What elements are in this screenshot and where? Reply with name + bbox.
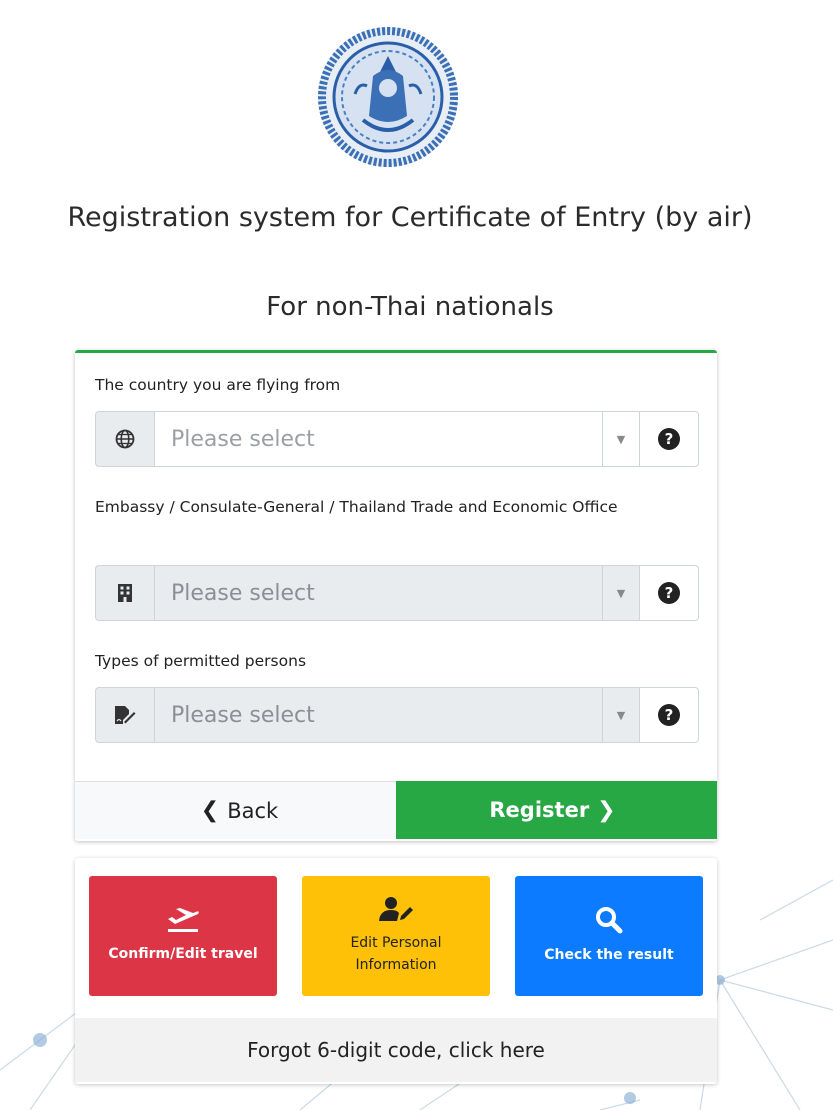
confirm-edit-travel-label: Confirm/Edit travel — [108, 946, 258, 962]
chevron-down-icon: ▼ — [602, 412, 639, 466]
question-circle-icon: ? — [658, 704, 680, 726]
check-result-button[interactable]: Check the result — [515, 876, 703, 996]
embassy-select-group: Please select ▼ ? — [95, 565, 699, 621]
register-button[interactable]: Register ❯ — [396, 781, 717, 839]
search-icon — [595, 906, 623, 938]
user-edit-icon — [379, 896, 413, 926]
plane-departure-icon — [166, 907, 200, 937]
country-select-placeholder: Please select — [171, 426, 315, 452]
chevron-down-icon: ▼ — [602, 566, 639, 620]
secondary-actions-card: Confirm/Edit travel Edit Personal Inform… — [75, 858, 717, 1084]
person-type-select-group: Please select ▼ ? — [95, 687, 699, 743]
globe-icon — [95, 411, 154, 467]
back-button-label: Back — [227, 798, 279, 823]
chevron-left-icon: ❮ — [200, 798, 220, 823]
person-type-help-button[interactable]: ? — [640, 687, 699, 743]
question-circle-icon: ? — [658, 428, 680, 450]
country-select[interactable]: Please select ▼ — [154, 411, 640, 467]
confirm-edit-travel-button[interactable]: Confirm/Edit travel — [89, 876, 277, 996]
chevron-right-icon: ❯ — [597, 797, 616, 823]
country-select-group: Please select ▼ ? — [95, 411, 699, 467]
country-help-button[interactable]: ? — [640, 411, 699, 467]
file-signature-icon — [95, 687, 154, 743]
edit-personal-info-label: Edit Personal Information — [350, 935, 442, 973]
register-button-label: Register — [489, 798, 590, 822]
embassy-help-button[interactable]: ? — [640, 565, 699, 621]
forgot-code-link[interactable]: Forgot 6-digit code, click here — [75, 1018, 717, 1082]
person-type-select-placeholder: Please select — [171, 702, 315, 728]
country-label: The country you are flying from — [95, 376, 341, 394]
mfa-thailand-seal-logo — [315, 24, 461, 170]
embassy-label: Embassy / Consulate-General / Thailand T… — [95, 498, 618, 516]
chevron-down-icon: ▼ — [602, 688, 639, 742]
page-title: Registration system for Certificate of E… — [67, 202, 753, 233]
page-subtitle: For non-Thai nationals — [266, 292, 554, 322]
form-actions: ❮ Back Register ❯ — [75, 781, 717, 839]
registration-form-card: The country you are flying from Please s… — [75, 350, 717, 841]
edit-personal-info-button[interactable]: Edit Personal Information — [302, 876, 490, 996]
embassy-select[interactable]: Please select ▼ — [154, 565, 640, 621]
question-circle-icon: ? — [658, 582, 680, 604]
embassy-select-placeholder: Please select — [171, 580, 315, 606]
back-button[interactable]: ❮ Back — [75, 781, 396, 839]
check-result-label: Check the result — [544, 947, 674, 963]
person-type-label: Types of permitted persons — [95, 652, 307, 670]
person-type-select[interactable]: Please select ▼ — [154, 687, 640, 743]
building-icon — [95, 565, 154, 621]
